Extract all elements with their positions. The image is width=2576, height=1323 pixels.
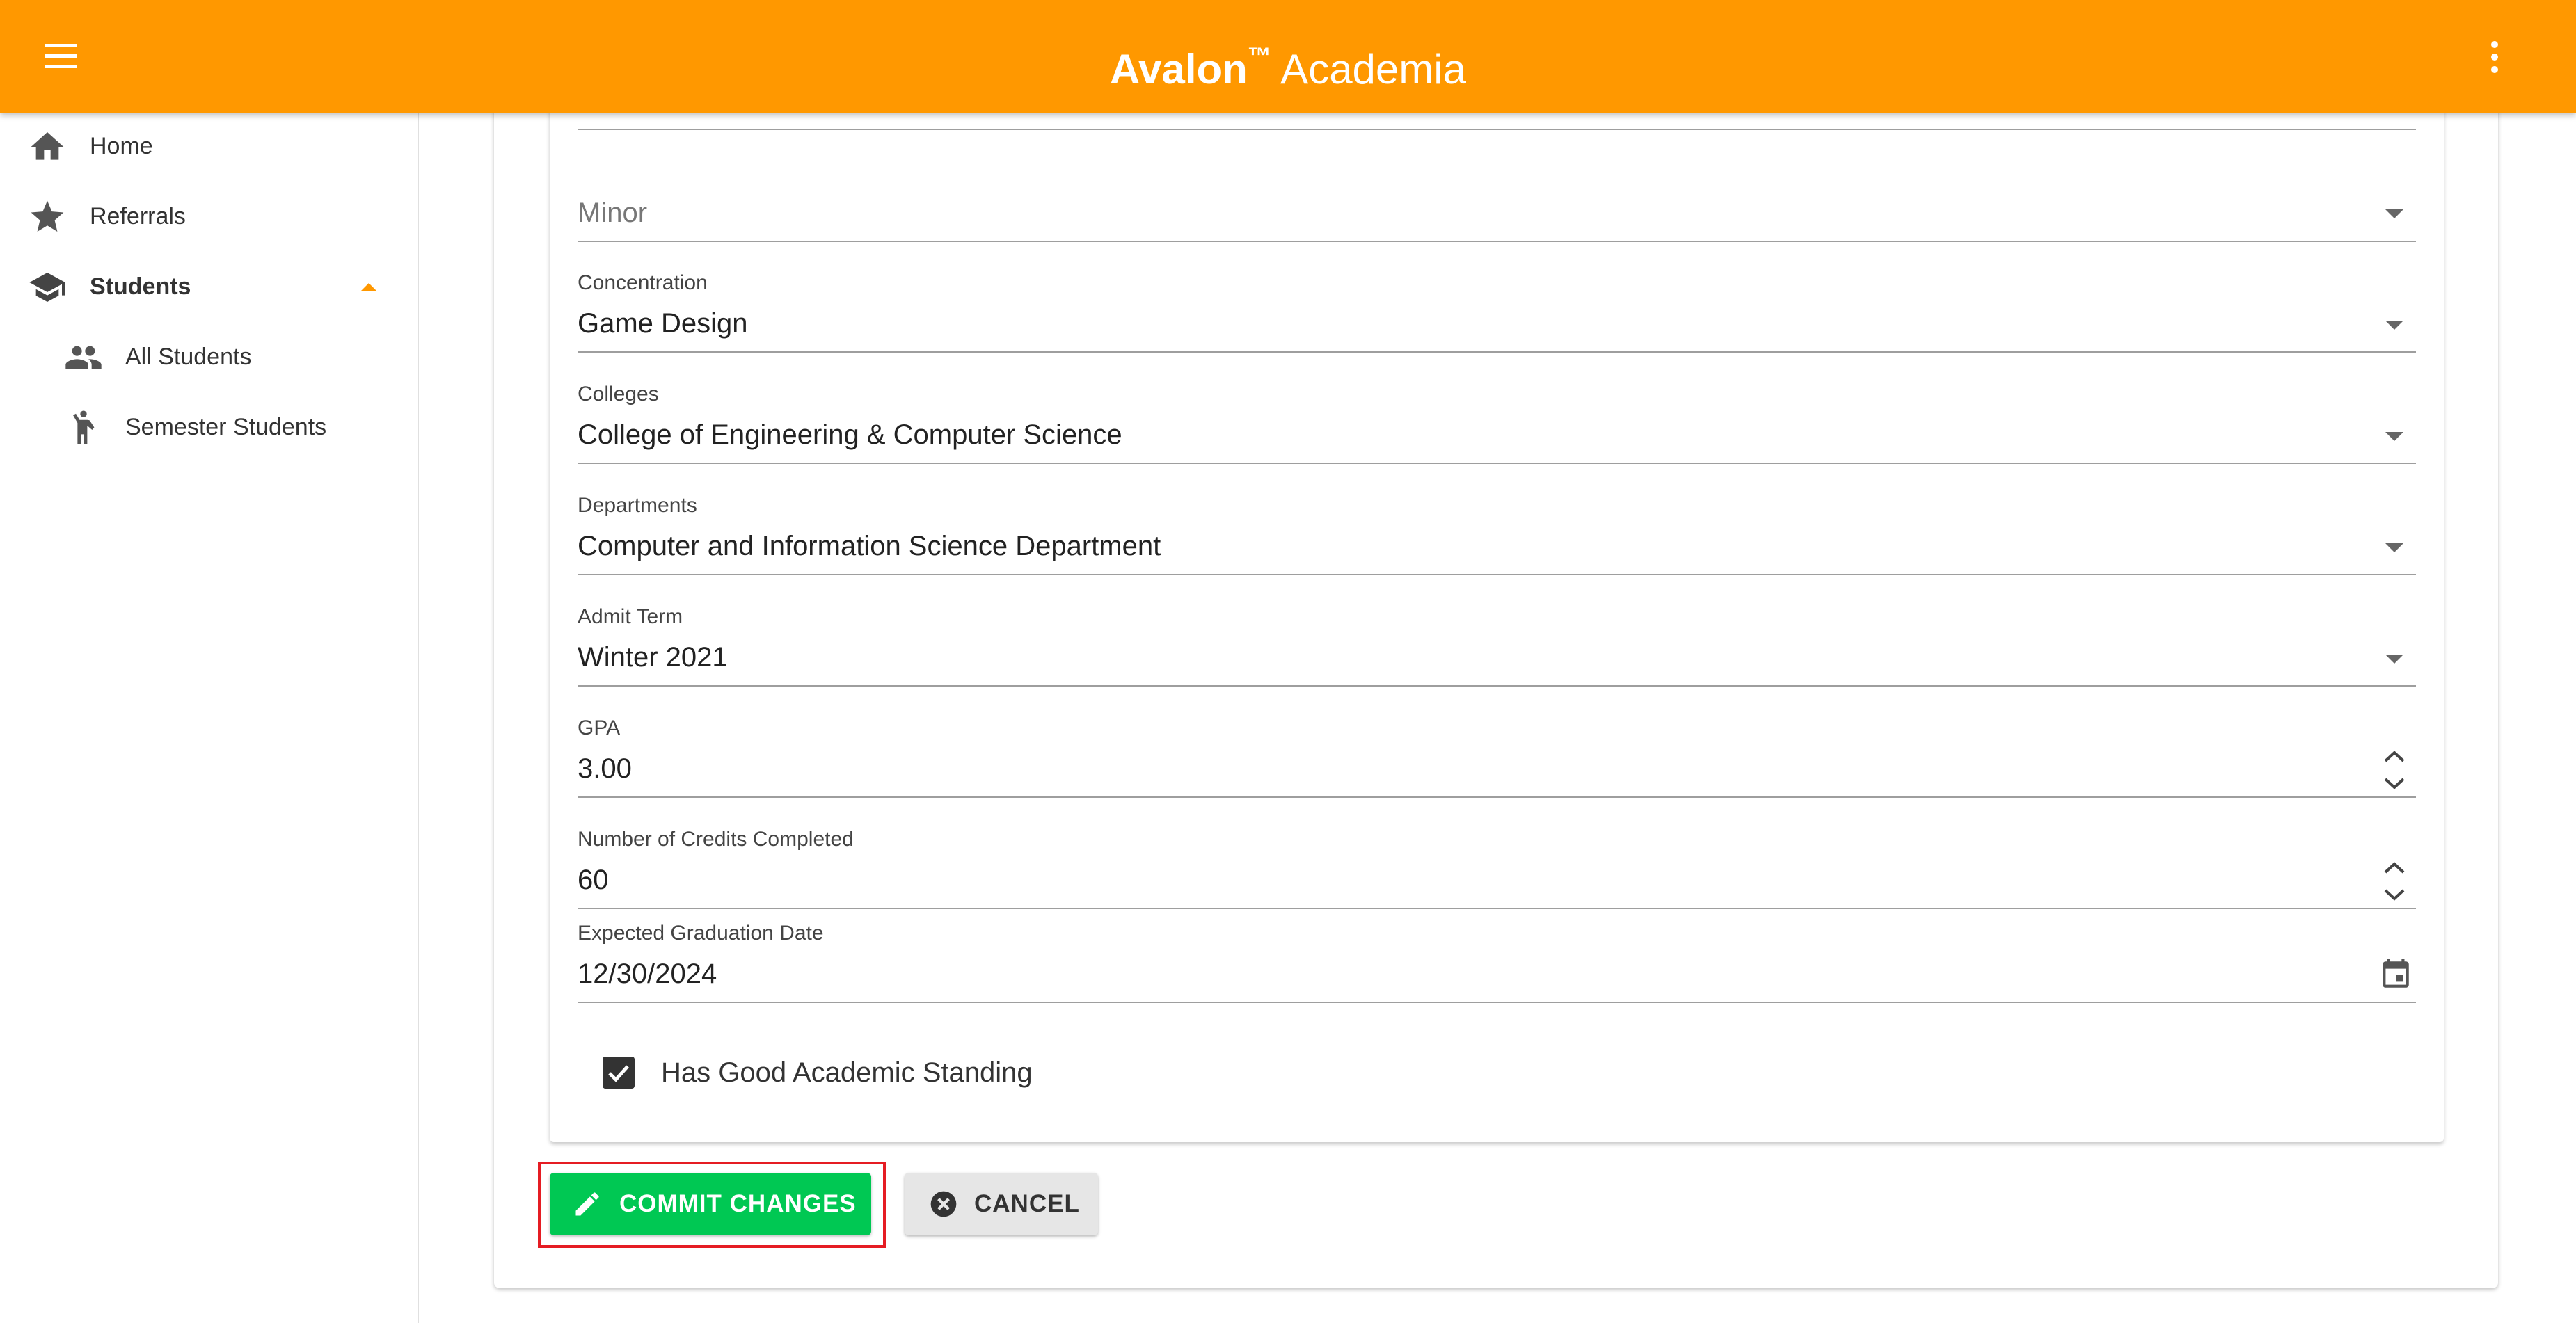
field-underline [578, 241, 2416, 242]
chevron-down-icon[interactable] [2385, 209, 2403, 218]
admit-term-label: Admit Term [578, 605, 683, 628]
colleges-select[interactable]: College of Engineering & Computer Scienc… [578, 419, 1122, 451]
sidebar-item-home[interactable]: Home [0, 115, 418, 179]
star-icon [28, 198, 67, 236]
concentration-select[interactable]: Game Design [578, 308, 748, 339]
chevron-up-icon[interactable] [360, 283, 377, 291]
field-underline [578, 1002, 2416, 1003]
cancel-circle-icon [928, 1189, 959, 1219]
student-form-section [550, 83, 2444, 1142]
pencil-icon [572, 1189, 603, 1219]
cancel-button[interactable]: CANCEL [905, 1173, 1098, 1235]
sidebar-item-all-students[interactable]: All Students [0, 326, 418, 390]
chevron-down-icon[interactable] [2385, 321, 2403, 330]
good-standing-label: Has Good Academic Standing [661, 1057, 1033, 1088]
good-standing-checkbox[interactable] [603, 1057, 635, 1089]
calendar-icon[interactable] [2378, 956, 2413, 993]
colleges-label: Colleges [578, 383, 659, 406]
cancel-label: CANCEL [974, 1190, 1080, 1217]
field-underline [578, 574, 2416, 575]
school-icon [28, 268, 67, 307]
gpa-label: GPA [578, 716, 621, 739]
minor-select[interactable]: Minor [578, 198, 647, 229]
sidebar-item-semester-students[interactable]: Semester Students [0, 396, 418, 460]
field-underline [578, 463, 2416, 464]
trademark-symbol: ™ [1247, 43, 1271, 70]
chevron-down-icon[interactable] [2385, 543, 2403, 552]
credits-input[interactable]: 60 [578, 865, 609, 896]
credits-label: Number of Credits Completed [578, 828, 854, 851]
app-bar: Avalon™ Academia [0, 0, 2576, 113]
departments-select[interactable]: Computer and Information Science Departm… [578, 531, 1161, 562]
sidebar-item-label: Referrals [90, 203, 186, 230]
admit-term-select[interactable]: Winter 2021 [578, 642, 728, 673]
chevron-down-icon[interactable] [2385, 432, 2403, 441]
person-walking-icon [64, 407, 103, 446]
sidebar-item-students[interactable]: Students [0, 255, 418, 319]
graduation-date-input[interactable]: 12/30/2024 [578, 959, 717, 990]
number-stepper-icon[interactable] [2380, 856, 2409, 907]
departments-label: Departments [578, 494, 697, 517]
field-underline [578, 351, 2416, 353]
field-underline [578, 796, 2416, 798]
sidebar-item-referrals[interactable]: Referrals [0, 185, 418, 249]
field-underline [578, 908, 2416, 909]
sidebar-item-label: Students [90, 273, 191, 300]
number-stepper-icon[interactable] [2380, 744, 2409, 796]
people-icon [63, 338, 102, 377]
sidebar-item-label: Semester Students [125, 414, 327, 440]
graduation-date-label: Expected Graduation Date [578, 922, 824, 945]
brand-suffix: Academia [1280, 46, 1466, 93]
check-icon [608, 1065, 629, 1082]
sidebar-item-label: Home [90, 133, 153, 159]
more-vert-icon[interactable] [2482, 39, 2507, 75]
gpa-input[interactable]: 3.00 [578, 753, 632, 785]
field-underline [578, 685, 2416, 687]
commit-changes-label: COMMIT CHANGES [619, 1190, 857, 1217]
field-underline [578, 129, 2416, 130]
app-title: Avalon™ Academia [0, 32, 2576, 94]
chevron-down-icon[interactable] [2385, 655, 2403, 664]
home-icon [28, 127, 67, 166]
sidebar: Home Referrals Students All Students Sem… [0, 113, 419, 1323]
commit-changes-button[interactable]: COMMIT CHANGES [550, 1173, 871, 1235]
concentration-label: Concentration [578, 271, 708, 294]
brand-name: Avalon [1110, 46, 1248, 93]
sidebar-item-label: All Students [125, 344, 252, 370]
